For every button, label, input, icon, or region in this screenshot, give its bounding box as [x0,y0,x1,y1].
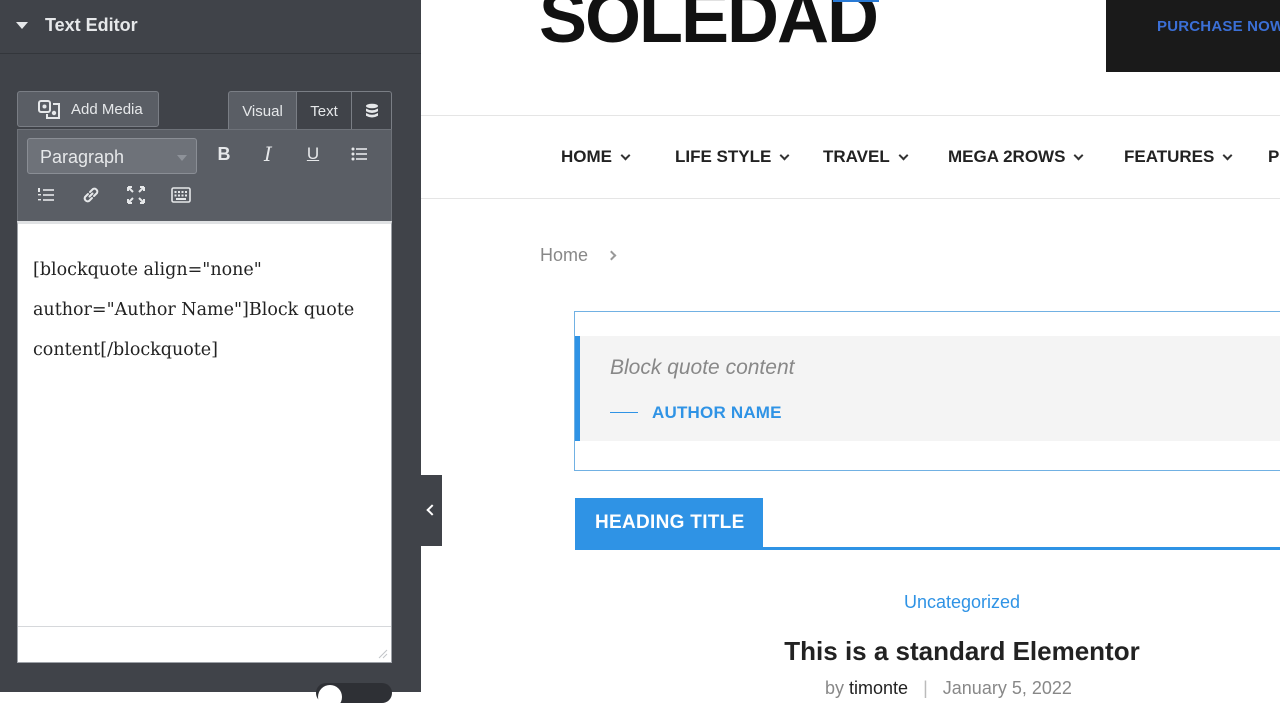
site-logo[interactable]: SOLEDAD [539,0,879,54]
panel-title: Text Editor [45,15,138,35]
nav-item-travel[interactable]: TRAVEL [823,147,909,167]
editor-content[interactable]: [blockquote align="none" author="Author … [33,250,378,370]
nav-item-mega-2rows[interactable]: MEGA 2ROWS [948,147,1084,167]
chevron-down-icon [1222,150,1233,160]
fullscreen-button[interactable] [122,181,150,209]
post-by: by [825,678,845,698]
add-media-label: Add Media [71,101,143,118]
nav-item-home[interactable]: HOME [561,147,631,167]
bold-button[interactable]: B [210,140,238,168]
chevron-down-icon [779,150,790,160]
heading-title-block: HEADING TITLE [575,498,1280,550]
chevron-right-icon [606,250,617,261]
editor-toolbar: Paragraph B I U [17,129,392,221]
logo-accent [833,0,879,2]
blockquote: Block quote content AUTHOR NAME [575,336,1280,441]
post-category[interactable]: Uncategorized [0,592,1280,613]
chevron-down-icon [177,155,187,161]
editor-line: content[/blockquote] [33,340,218,360]
section-header-text-editor[interactable]: Text Editor [0,0,421,54]
post-title[interactable]: This is a standard Elementor [0,636,1280,667]
heading-title-box: HEADING TITLE [575,498,763,547]
blockquote-author: AUTHOR NAME [652,403,782,422]
bullet-list-button[interactable] [345,140,373,168]
toolbar-toggle-button[interactable] [167,181,195,209]
purchase-now-banner[interactable]: PURCHASE NOW [1106,0,1280,72]
keyboard-icon [171,187,191,203]
nav-label: TRAVEL [823,147,890,166]
italic-button[interactable]: I [254,140,282,168]
chevron-down-icon [1073,150,1084,160]
chevron-left-icon [426,504,438,516]
post-author[interactable]: timonte [849,678,908,698]
meta-divider: | [923,678,928,698]
author-dash [610,412,638,413]
heading-title-text: HEADING TITLE [595,512,745,533]
nav-label: MEGA 2ROWS [948,147,1066,166]
nav-item-partial[interactable]: P [1268,147,1279,167]
bullet-list-icon [351,147,367,161]
underline-button[interactable]: U [299,140,327,168]
dynamic-tags-button[interactable] [352,91,392,130]
caret-down-icon [16,22,28,29]
italic-icon: I [264,142,272,166]
tab-text[interactable]: Text [297,91,352,130]
link-icon [83,187,99,203]
breadcrumb-home[interactable]: Home [540,245,588,266]
underline-icon: U [306,144,320,163]
breadcrumb: Home [540,245,617,266]
post-meta: by timonte | January 5, 2022 [825,678,1072,699]
toggle-switch[interactable] [316,683,392,709]
purchase-now-label: PURCHASE NOW [1157,18,1280,35]
numbered-list-button[interactable] [32,181,60,209]
nav-label: P [1268,147,1280,166]
collapse-panel-button[interactable] [421,475,442,546]
media-icon [38,100,60,119]
nav-label: LIFE STYLE [675,147,772,166]
chevron-down-icon [620,150,631,160]
blockquote-text: Block quote content [610,356,795,379]
add-media-button[interactable]: Add Media [17,91,159,127]
nav-item-features[interactable]: FEATURES [1124,147,1233,167]
format-select[interactable]: Paragraph [27,138,197,174]
bold-icon: B [217,143,231,164]
nav-item-life-style[interactable]: LIFE STYLE [675,147,790,167]
main-navigation: HOME LIFE STYLE TRAVEL MEGA 2ROWS FEATUR… [421,115,1280,199]
database-icon [365,103,378,118]
editor-line: author="Author Name"]Block quote [33,300,355,320]
tab-visual[interactable]: Visual [228,91,297,130]
nav-label: FEATURES [1124,147,1215,166]
numbered-list-icon [38,188,54,201]
editor-line: [blockquote align="none" [33,260,262,280]
post-date: January 5, 2022 [942,678,1072,698]
editor-tabs: Visual Text [228,91,392,130]
nav-label: HOME [561,147,612,166]
format-select-value: Paragraph [40,147,125,167]
insert-link-button[interactable] [77,181,105,209]
fullscreen-icon [127,186,145,204]
chevron-down-icon [898,150,909,160]
editor-panel: Text Editor Add Media Visual Text Paragr… [0,0,421,709]
toggle-knob [318,685,342,709]
